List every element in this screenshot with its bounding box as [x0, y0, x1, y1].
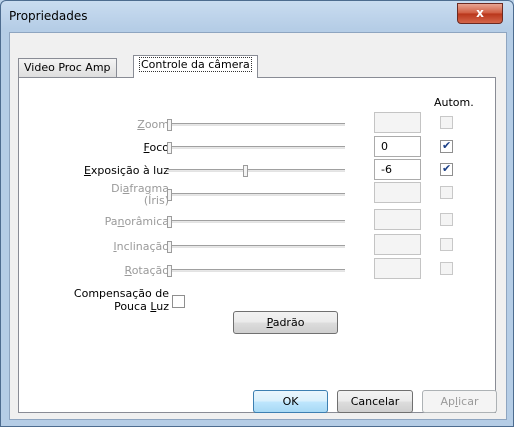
slider-thumb[interactable] — [167, 265, 172, 277]
window-title: Propriedades — [9, 9, 88, 23]
auto-column-header: Autom. — [434, 96, 474, 109]
tab-label: Video Proc Amp — [24, 61, 111, 74]
low-light-label: Compensação de Pouca Luz — [73, 287, 169, 313]
tab-video-proc-amp[interactable]: Video Proc Amp — [18, 58, 117, 77]
focus-value[interactable]: 0 — [374, 136, 421, 157]
exposure-label: Exposição à luz — [83, 164, 169, 177]
pan-auto-checkbox[interactable] — [440, 213, 453, 226]
tilt-value[interactable] — [374, 234, 421, 255]
title-bar[interactable]: Propriedades x — [1, 1, 513, 33]
tab-label: Controle da câmera — [139, 57, 252, 72]
pan-slider[interactable] — [167, 216, 345, 228]
exposure-slider[interactable] — [167, 165, 345, 177]
zoom-label: Zoom — [137, 118, 169, 131]
iris-slider[interactable] — [167, 189, 345, 201]
slider-thumb[interactable] — [243, 165, 248, 177]
slider-thumb[interactable] — [167, 241, 172, 253]
cancel-button[interactable]: Cancelar — [337, 390, 413, 413]
focus-auto-checkbox[interactable] — [440, 139, 453, 153]
roll-value[interactable] — [374, 258, 421, 279]
camera-control-panel: Autom. Zoom Foco 0 Exposição à luz -6 Di… — [18, 77, 496, 413]
properties-window: Propriedades x Video Proc Amp Controle d… — [0, 0, 514, 427]
slider-thumb[interactable] — [167, 189, 172, 201]
roll-auto-checkbox[interactable] — [440, 262, 453, 275]
tilt-auto-checkbox[interactable] — [440, 238, 453, 251]
iris-auto-checkbox[interactable] — [440, 186, 453, 199]
tab-camera-control[interactable]: Controle da câmera — [133, 55, 258, 78]
tilt-label: Inclinação — [113, 240, 169, 253]
pan-value[interactable] — [374, 209, 421, 230]
zoom-value[interactable] — [374, 112, 421, 133]
exposure-auto-checkbox[interactable] — [440, 162, 453, 176]
slider-thumb[interactable] — [167, 142, 172, 154]
iris-label: Diafragma (Íris) — [111, 182, 169, 207]
slider-thumb[interactable] — [167, 216, 172, 228]
dialog-client-area: Video Proc Amp Controle da câmera Autom.… — [9, 32, 507, 420]
close-button[interactable]: x — [457, 3, 503, 24]
focus-slider[interactable] — [167, 142, 345, 154]
zoom-auto-checkbox[interactable] — [440, 116, 453, 129]
close-icon: x — [476, 6, 484, 20]
low-light-checkbox[interactable] — [172, 295, 185, 308]
exposure-value[interactable]: -6 — [374, 159, 421, 180]
iris-value[interactable] — [374, 182, 421, 203]
default-button[interactable]: Padrão — [233, 311, 338, 334]
roll-slider[interactable] — [167, 265, 345, 277]
slider-thumb[interactable] — [167, 119, 172, 131]
apply-button[interactable]: Aplicar — [422, 390, 497, 413]
pan-label: Panorâmica — [104, 215, 169, 228]
focus-label: Foco — [143, 141, 169, 154]
tilt-slider[interactable] — [167, 241, 345, 253]
ok-button[interactable]: OK — [253, 390, 328, 413]
roll-label: Rotação — [124, 264, 169, 277]
zoom-slider[interactable] — [167, 119, 345, 131]
